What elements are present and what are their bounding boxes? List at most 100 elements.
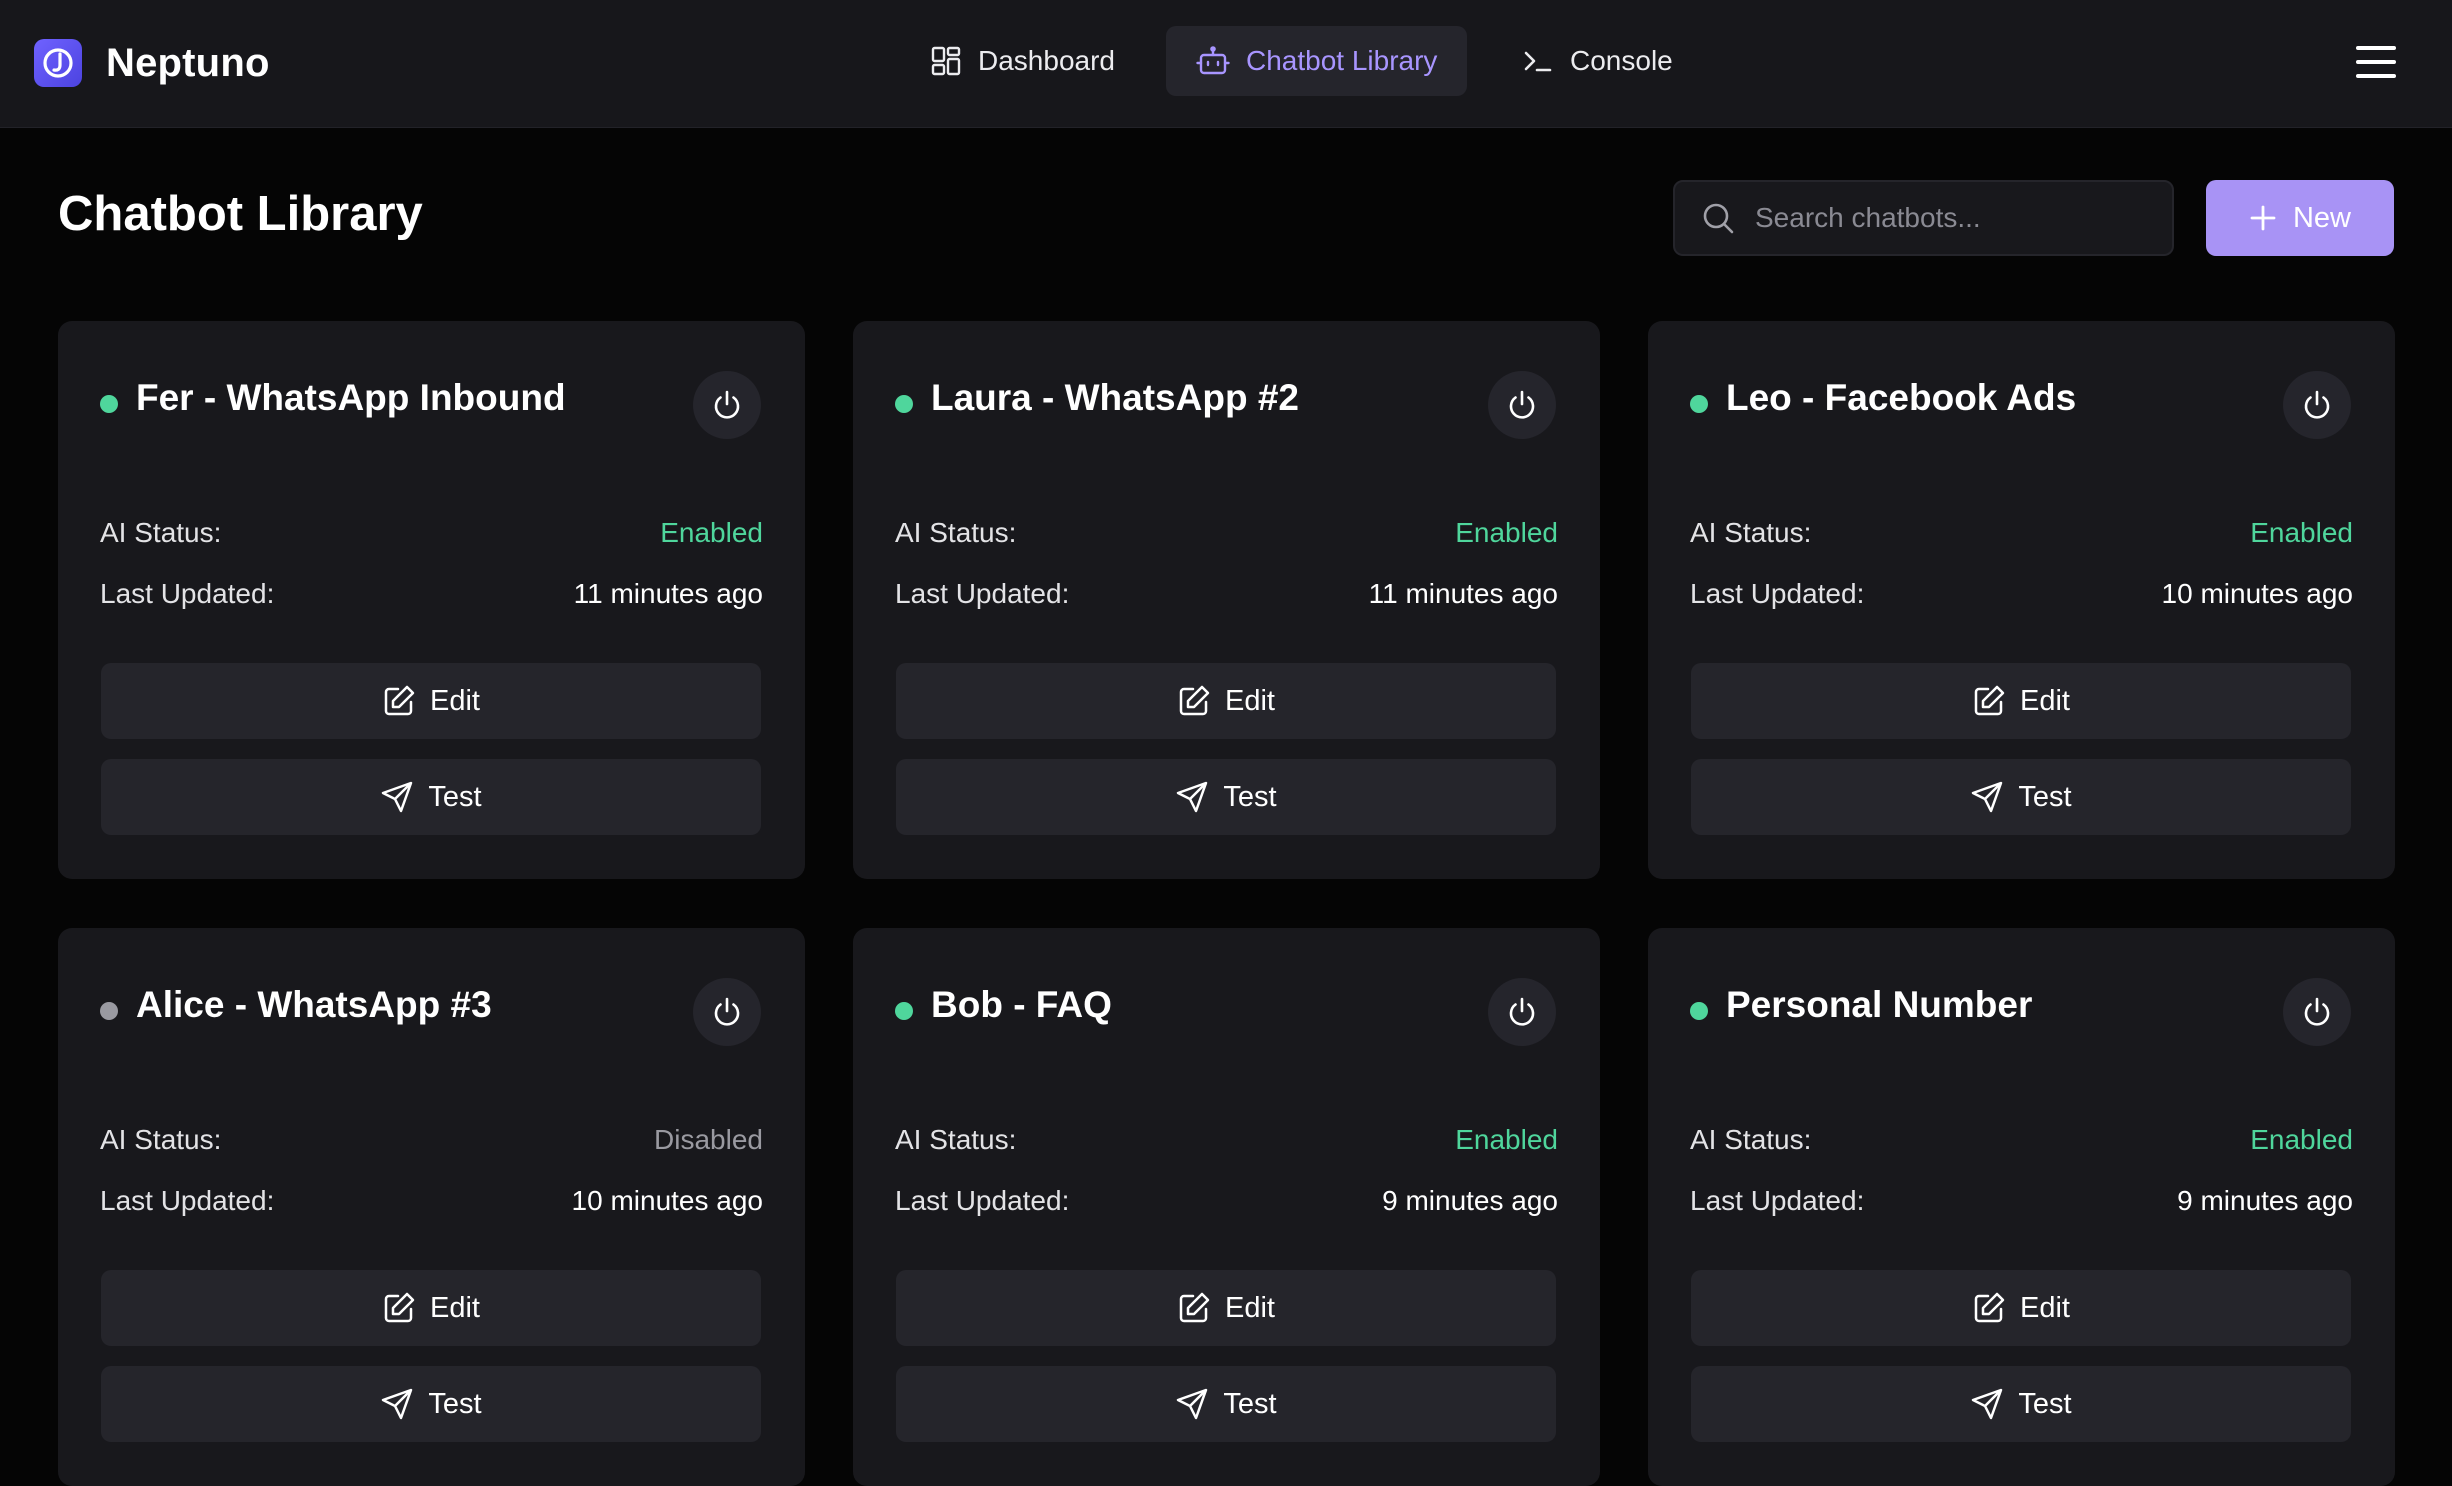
chatbot-name: Laura - WhatsApp #2 — [931, 377, 1299, 418]
ai-status-label: AI Status: — [100, 1124, 222, 1155]
chatbot-name: Alice - WhatsApp #3 — [136, 984, 492, 1025]
test-button[interactable]: Test — [101, 1366, 761, 1442]
ai-status-row: AI Status: Enabled — [100, 517, 763, 549]
test-label: Test — [1223, 1387, 1277, 1420]
ai-status-value: Enabled — [1455, 1124, 1558, 1155]
test-button[interactable]: Test — [896, 1366, 1556, 1442]
chatbot-name: Personal Number — [1726, 984, 2033, 1025]
send-icon — [1972, 781, 2003, 813]
nav-item-chatbot-library[interactable]: Chatbot Library — [1166, 26, 1468, 96]
chatbot-name: Fer - WhatsApp Inbound — [136, 377, 566, 418]
last-updated-value: 10 minutes ago — [2161, 578, 2353, 609]
edit-icon — [1179, 685, 1210, 716]
power-icon — [1509, 997, 1535, 1026]
search-box[interactable] — [1673, 180, 2174, 256]
last-updated-row: Last Updated: 9 minutes ago — [895, 1185, 1558, 1217]
power-toggle-button[interactable] — [2283, 978, 2351, 1046]
last-updated-value: 11 minutes ago — [1368, 578, 1558, 609]
edit-button[interactable]: Edit — [101, 1270, 761, 1346]
edit-icon — [384, 1292, 415, 1323]
power-toggle-button[interactable] — [693, 978, 761, 1046]
test-button[interactable]: Test — [101, 759, 761, 835]
ai-status-row: AI Status: Enabled — [895, 517, 1558, 549]
chatbot-card: Leo - Facebook Ads AI Status: Enabled La… — [1648, 321, 2395, 879]
power-toggle-button[interactable] — [1488, 371, 1556, 439]
edit-icon — [1179, 1292, 1210, 1323]
ai-status-label: AI Status: — [1690, 1124, 1812, 1155]
power-toggle-button[interactable] — [2283, 371, 2351, 439]
send-icon — [1177, 781, 1208, 813]
new-chatbot-button[interactable]: New — [2206, 180, 2394, 256]
edit-icon — [384, 685, 415, 716]
last-updated-value: 9 minutes ago — [1382, 1185, 1558, 1216]
edit-icon — [1974, 685, 2005, 716]
edit-label: Edit — [2020, 1291, 2070, 1324]
test-label: Test — [1223, 780, 1277, 813]
power-icon — [2304, 390, 2330, 419]
chatbot-card: Alice - WhatsApp #3 AI Status: Disabled … — [58, 928, 805, 1486]
send-icon — [1972, 1388, 2003, 1420]
power-icon — [2304, 997, 2330, 1026]
edit-button[interactable]: Edit — [101, 663, 761, 739]
edit-button[interactable]: Edit — [896, 1270, 1556, 1346]
hamburger-menu-icon[interactable] — [2354, 42, 2398, 82]
ai-status-value: Enabled — [1455, 517, 1558, 548]
ai-status-value: Enabled — [2250, 517, 2353, 548]
status-dot — [100, 395, 118, 413]
last-updated-value: 11 minutes ago — [573, 578, 763, 609]
edit-label: Edit — [1225, 684, 1275, 717]
send-icon — [382, 781, 413, 813]
edit-label: Edit — [2020, 684, 2070, 717]
dashboard-grid-icon — [931, 46, 961, 76]
ai-status-row: AI Status: Enabled — [1690, 1124, 2353, 1156]
test-label: Test — [2018, 780, 2072, 813]
test-label: Test — [428, 780, 482, 813]
edit-label: Edit — [1225, 1291, 1275, 1324]
edit-button[interactable]: Edit — [896, 663, 1556, 739]
last-updated-value: 9 minutes ago — [2177, 1185, 2353, 1216]
chatbot-card: Bob - FAQ AI Status: Enabled Last Update… — [853, 928, 1600, 1486]
nav-item-dashboard[interactable]: Dashboard — [900, 26, 1145, 96]
last-updated-label: Last Updated: — [100, 578, 275, 609]
ai-status-label: AI Status: — [1690, 517, 1812, 548]
status-dot — [1690, 1002, 1708, 1020]
ai-status-row: AI Status: Enabled — [1690, 517, 2353, 549]
last-updated-row: Last Updated: 11 minutes ago — [100, 578, 763, 610]
edit-button[interactable]: Edit — [1691, 1270, 2351, 1346]
ai-status-row: AI Status: Disabled — [100, 1124, 763, 1156]
nav-item-console[interactable]: Console — [1492, 26, 1703, 96]
last-updated-label: Last Updated: — [895, 578, 1070, 609]
test-label: Test — [428, 1387, 482, 1420]
new-button-label: New — [2292, 201, 2351, 234]
nav-item-label: Dashboard — [978, 45, 1115, 76]
ai-status-label: AI Status: — [100, 517, 222, 548]
edit-label: Edit — [430, 684, 480, 717]
last-updated-row: Last Updated: 11 minutes ago — [895, 578, 1558, 610]
ai-status-value: Enabled — [660, 517, 763, 548]
search-input[interactable] — [1755, 202, 2172, 234]
power-toggle-button[interactable] — [1488, 978, 1556, 1046]
ai-status-value: Enabled — [2250, 1124, 2353, 1155]
edit-icon — [1974, 1292, 2005, 1323]
test-button[interactable]: Test — [896, 759, 1556, 835]
page-title: Chatbot Library — [58, 187, 423, 241]
ai-status-label: AI Status: — [895, 517, 1017, 548]
nav-item-label: Chatbot Library — [1246, 45, 1438, 76]
bot-icon — [1196, 46, 1230, 75]
status-dot — [895, 1002, 913, 1020]
send-icon — [1177, 1388, 1208, 1420]
last-updated-label: Last Updated: — [895, 1185, 1070, 1216]
last-updated-row: Last Updated: 9 minutes ago — [1690, 1185, 2353, 1217]
test-button[interactable]: Test — [1691, 1366, 2351, 1442]
power-icon — [714, 997, 740, 1026]
last-updated-row: Last Updated: 10 minutes ago — [100, 1185, 763, 1217]
ai-status-label: AI Status: — [895, 1124, 1017, 1155]
chatbot-name: Leo - Facebook Ads — [1726, 377, 2077, 418]
power-toggle-button[interactable] — [693, 371, 761, 439]
ai-status-row: AI Status: Enabled — [895, 1124, 1558, 1156]
edit-button[interactable]: Edit — [1691, 663, 2351, 739]
test-button[interactable]: Test — [1691, 759, 2351, 835]
ai-status-value: Disabled — [654, 1124, 763, 1155]
last-updated-label: Last Updated: — [100, 1185, 275, 1216]
send-icon — [382, 1388, 413, 1420]
